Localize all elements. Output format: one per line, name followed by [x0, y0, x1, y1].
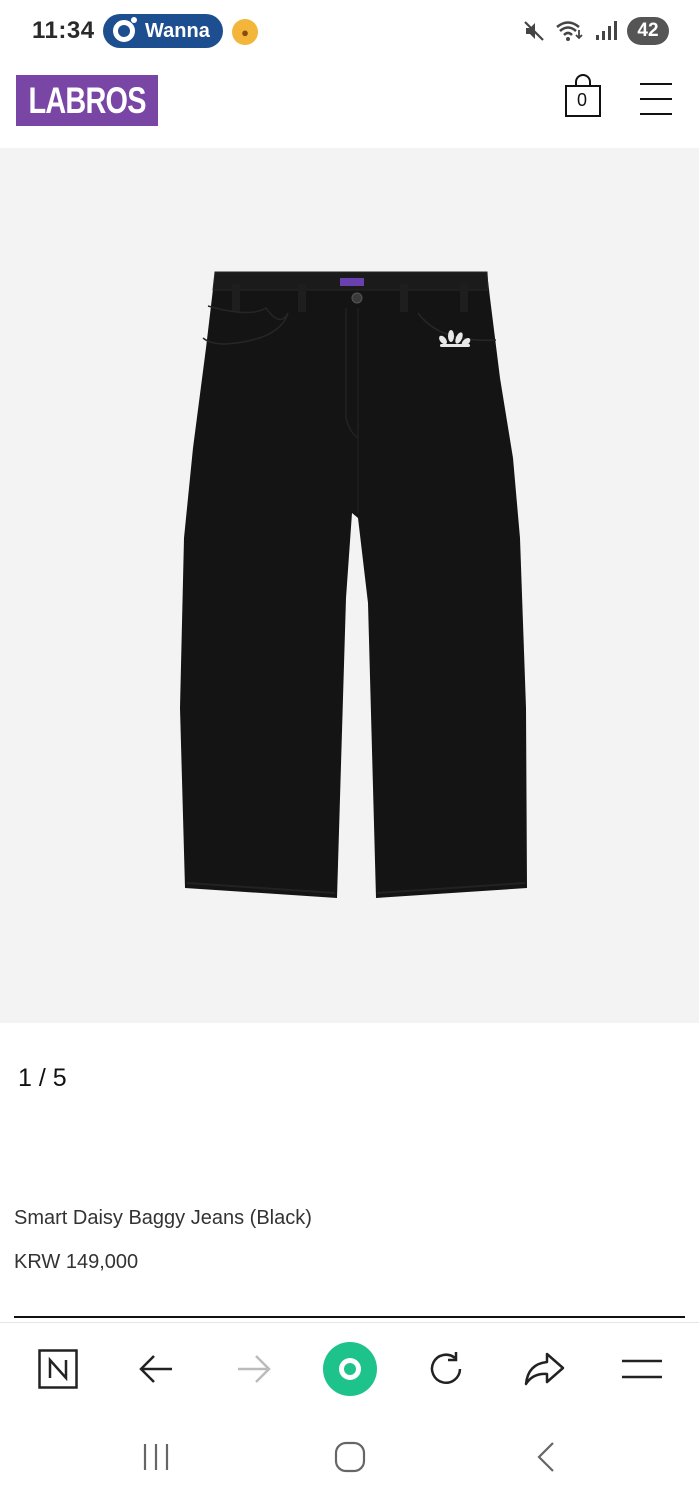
browser-toolbar: [0, 1322, 699, 1414]
home-icon: [334, 1441, 366, 1473]
naver-home-button[interactable]: [34, 1323, 82, 1415]
forward-arrow-icon: [238, 1355, 271, 1383]
refresh-button[interactable]: [424, 1323, 468, 1415]
notification-pill[interactable]: Wanna: [103, 14, 223, 48]
product-name: Smart Daisy Baggy Jeans (Black): [14, 1207, 312, 1229]
product-image-carousel[interactable]: [0, 148, 699, 1023]
wifi-icon: [556, 21, 583, 41]
back-arrow-icon: [139, 1355, 172, 1383]
shopping-bag-button[interactable]: 0: [564, 74, 602, 118]
back-button[interactable]: [134, 1323, 178, 1415]
back-icon: [537, 1442, 554, 1472]
site-logo[interactable]: LABROS: [16, 75, 158, 126]
system-nav-bar: [0, 1414, 699, 1500]
mute-icon: [524, 21, 544, 41]
recent-apps-icon: [143, 1444, 169, 1470]
logo-text: LABROS: [28, 79, 146, 121]
green-dot-icon: [323, 1342, 377, 1396]
menu-icon: [622, 1359, 662, 1379]
refresh-icon: [430, 1352, 462, 1384]
recent-apps-button[interactable]: [134, 1414, 178, 1500]
forward-button[interactable]: [232, 1323, 276, 1415]
app-ring-icon: [113, 17, 137, 42]
slide-counter: 1 / 5: [18, 1064, 67, 1092]
status-time: 11:34: [32, 17, 95, 44]
divider: [14, 1316, 685, 1318]
browser-menu-button[interactable]: [620, 1323, 664, 1415]
status-bar: 11:34 Wanna ● 42: [0, 0, 699, 62]
share-icon: [524, 1352, 565, 1386]
hamburger-menu-button[interactable]: [640, 82, 672, 116]
product-price: KRW 149,000: [14, 1251, 139, 1273]
cart-count: 0: [576, 90, 587, 110]
site-header: LABROS 0: [0, 62, 699, 148]
battery-indicator: 42: [627, 17, 669, 45]
home-button[interactable]: [330, 1414, 370, 1500]
share-button[interactable]: [520, 1323, 568, 1415]
green-dot-button[interactable]: [322, 1323, 378, 1415]
hamburger-menu-icon: [640, 83, 672, 115]
signal-icon: [596, 21, 617, 40]
naver-home-icon: [38, 1349, 78, 1389]
app-notification-icon: ●: [232, 19, 258, 45]
status-icons: 42: [523, 16, 669, 46]
system-back-button[interactable]: [526, 1414, 566, 1500]
jeans-image: [180, 271, 527, 898]
notification-label: Wanna: [145, 19, 210, 42]
